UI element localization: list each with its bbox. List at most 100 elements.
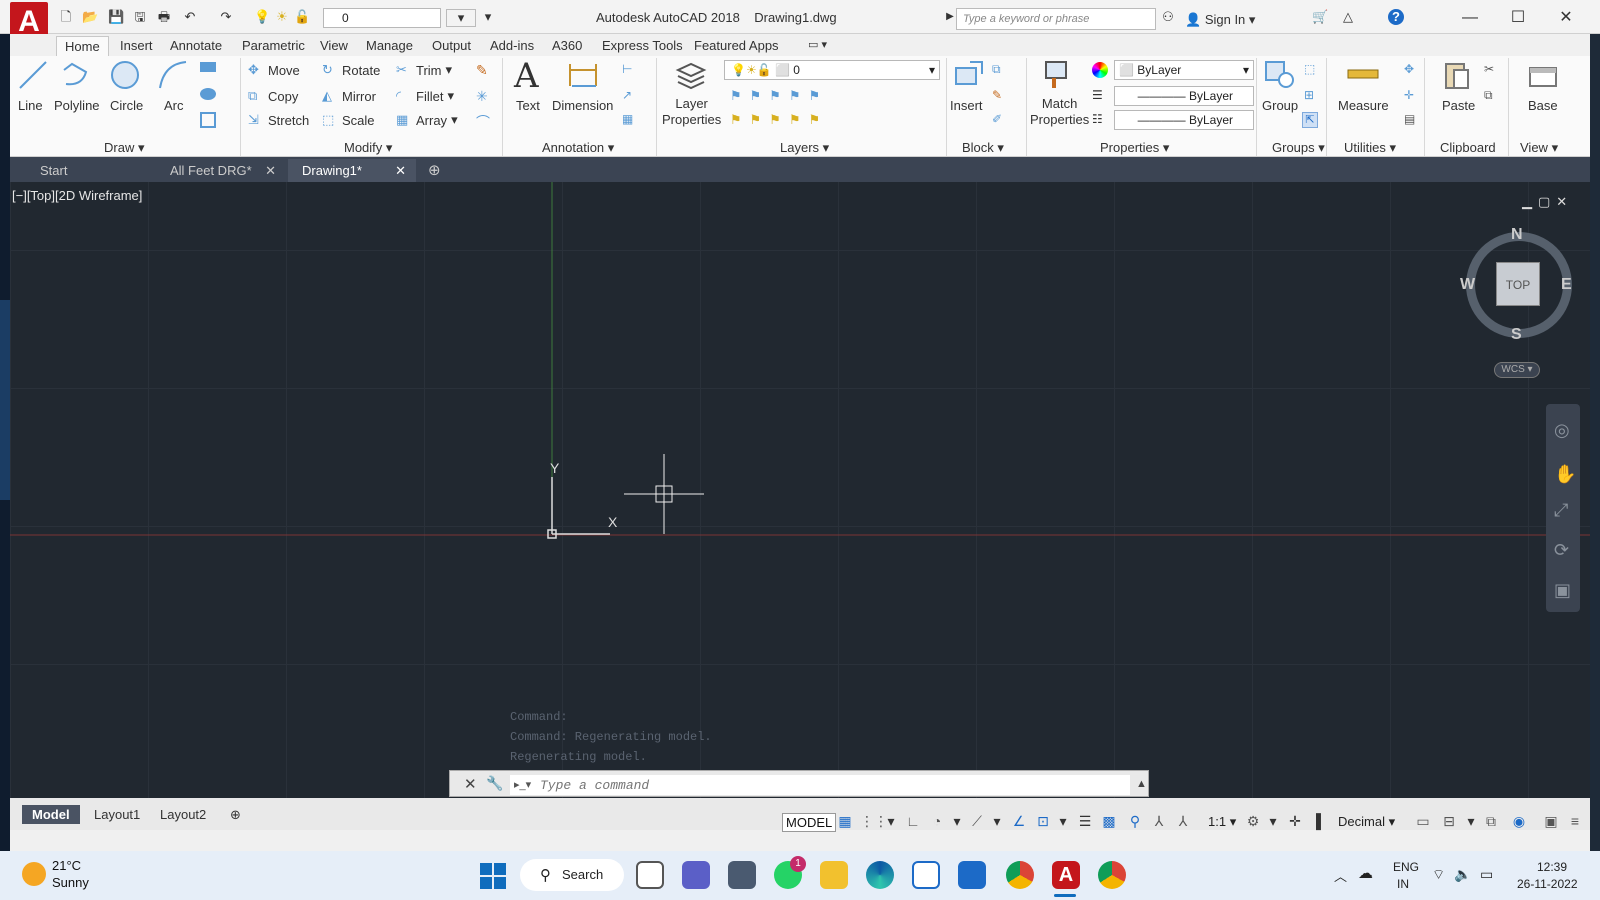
viewport-window-controls[interactable]: ▁▢✕ [1522,194,1573,210]
zoom-extents-icon[interactable]: ⤢ [1554,500,1568,521]
save-icon[interactable]: 💾 [108,9,124,25]
task-view-icon[interactable] [636,861,664,889]
trim-button[interactable]: ✂ Trim ▾ [396,62,452,78]
block-attributes-icon[interactable]: ✐ [992,112,1008,128]
teams-chat-icon[interactable] [682,861,710,889]
tab-view[interactable]: View [312,36,356,55]
weather-sun-icon[interactable] [22,862,46,886]
annotation-visibility-icon[interactable]: ⅄ [1150,812,1168,830]
copy-clip-icon[interactable]: ⧉ [1484,88,1500,104]
ribbon-minimize-icon[interactable]: ▭ ▾ [800,36,835,53]
volume-icon[interactable]: 🔈 [1454,866,1471,883]
autocad-taskbar-icon[interactable]: A [1052,861,1080,889]
panel-label-annotation[interactable]: Annotation ▾ [542,140,614,156]
tab-home[interactable]: Home [56,36,109,56]
lock-ui-icon[interactable]: ⊟ [1440,812,1458,830]
file-tab-all-feet-drg[interactable]: All Feet DRG* ✕ [156,159,286,182]
taskbar-search-button[interactable]: Search [520,859,624,891]
panel-label-groups[interactable]: Groups ▾ [1272,140,1325,156]
tab-parametric[interactable]: Parametric [234,36,313,55]
light-bulb-icon[interactable]: 💡 [254,9,270,25]
panel-label-layers[interactable]: Layers ▾ [780,140,829,156]
minimize-button[interactable]: — [1448,6,1492,30]
redo-icon[interactable]: ↷ [218,9,234,25]
quick-properties-icon[interactable]: ▭ [1414,812,1432,830]
units-dropdown[interactable]: Decimal ▾ [1338,814,1395,830]
offset-icon[interactable]: ⌒ [476,112,492,130]
panel-label-utilities[interactable]: Utilities ▾ [1344,140,1396,156]
model-space-button[interactable]: MODEL [782,813,837,832]
workspace-gear-icon[interactable]: ⚙ [1244,812,1262,830]
app-icon[interactable] [958,861,986,889]
search-input[interactable]: Type a keyword or phrase [956,8,1156,30]
hatch-icon[interactable] [200,88,216,100]
workspace-dropdown-icon[interactable]: ▾ [1264,812,1282,830]
close-tab-icon[interactable]: ✕ [265,159,276,182]
isolate-objects-icon[interactable]: ⧉ [1482,812,1500,830]
color-dropdown[interactable]: ⬜ ByLayer ▾ [1114,60,1254,80]
language-indicator[interactable]: ENG [1393,860,1419,874]
pan-icon[interactable]: ✋ [1554,464,1576,485]
close-button[interactable]: ✕ [1544,6,1588,30]
viewcube-top-face[interactable]: TOP [1496,262,1540,306]
onedrive-cloud-icon[interactable]: ☁ [1358,864,1373,882]
panel-label-block[interactable]: Block ▾ [962,140,1004,156]
copy-button[interactable]: ⧉ Copy [248,88,298,104]
new-tab-button[interactable]: ⊕ [422,159,448,182]
open-file-icon[interactable]: 📂 [82,9,98,25]
qat-customize-icon[interactable]: ▾ [480,9,496,25]
showmotion-icon[interactable]: ▣ [1554,580,1571,601]
table-icon[interactable]: ▦ [622,112,638,128]
layout-tab-layout2[interactable]: Layout2 [150,805,216,824]
windows-start-icon[interactable] [480,863,506,889]
keyboard-layout-indicator[interactable]: IN [1397,877,1409,891]
snap-icon[interactable]: ⋮⋮ [860,812,888,830]
object-snap-icon[interactable]: ⊡ [1034,812,1052,830]
recent-commands-icon[interactable]: ▸_▾ [514,778,531,791]
erase-icon[interactable]: ✎ [476,62,492,78]
object-snap-dropdown-icon[interactable]: ▾ [1054,812,1072,830]
group-selection-toggle-icon[interactable]: ⇱ [1302,112,1318,128]
customize-command-line-icon[interactable]: 🔧 [486,775,503,792]
undo-icon[interactable]: ↶ [182,9,198,25]
save-as-icon[interactable]: 🖫 [132,9,148,25]
stretch-button[interactable]: ⇲ Stretch [248,112,309,128]
linetype-dropdown[interactable]: ———— ByLayer [1114,86,1254,106]
clean-screen-icon[interactable]: ▣ [1542,812,1560,830]
qat-layer-dropdown[interactable]: 0 [323,8,441,28]
array-button[interactable]: ▦ Array ▾ [396,112,458,128]
mirror-button[interactable]: ◭ Mirror [322,88,376,104]
plot-icon[interactable]: 🖶 [156,9,172,25]
customization-menu-icon[interactable]: ≡ [1566,812,1584,830]
workspace-dropdown[interactable]: ▾ [446,9,476,27]
polar-tracking-icon[interactable]: ◔ [928,812,946,830]
scale-button[interactable]: ⬚ Scale [322,112,375,128]
paste-button[interactable]: Paste [1442,98,1475,114]
orbit-icon[interactable]: ⟳ [1554,540,1569,561]
explode-icon[interactable]: ✳ [476,88,492,104]
add-layout-button[interactable]: ⊕ [220,805,251,825]
linear-dim-icon[interactable]: ⊢ [622,62,638,78]
lineweight-display-icon[interactable]: ☰ [1076,812,1094,830]
microsoft-store-icon[interactable] [912,861,940,889]
quick-select-icon[interactable]: ✥ [1404,62,1420,78]
tab-a360[interactable]: A360 [544,36,590,55]
text-button[interactable]: Text [516,98,540,114]
move-button[interactable]: ✥ Move [248,62,300,78]
calculator-icon[interactable]: ▤ [1404,112,1420,128]
measure-button[interactable]: Measure [1338,98,1389,114]
object-snap-tracking-icon[interactable]: ∠ [1010,812,1028,830]
grid-icon[interactable]: ▦ [836,812,854,830]
annotation-monitor-icon[interactable]: ✛ [1286,812,1304,830]
show-hidden-icons-chevron-icon[interactable]: ︿ [1334,866,1347,885]
panel-label-draw[interactable]: Draw ▾ [104,140,144,156]
lineweight-dropdown[interactable]: ———— ByLayer [1114,110,1254,130]
polyline-button[interactable]: Polyline [54,98,100,114]
layer-dropdown[interactable]: 💡☀🔓 ⬜ 0 ▾ [724,60,940,80]
command-input[interactable] [510,775,1130,795]
wifi-icon[interactable]: ⌔ [1432,866,1445,884]
cart-icon[interactable]: 🛒 [1312,9,1328,25]
ortho-icon[interactable]: ∟ [904,812,922,830]
camera-app-icon[interactable] [728,861,756,889]
command-history-toggle-icon[interactable]: ▲ [1136,778,1147,790]
